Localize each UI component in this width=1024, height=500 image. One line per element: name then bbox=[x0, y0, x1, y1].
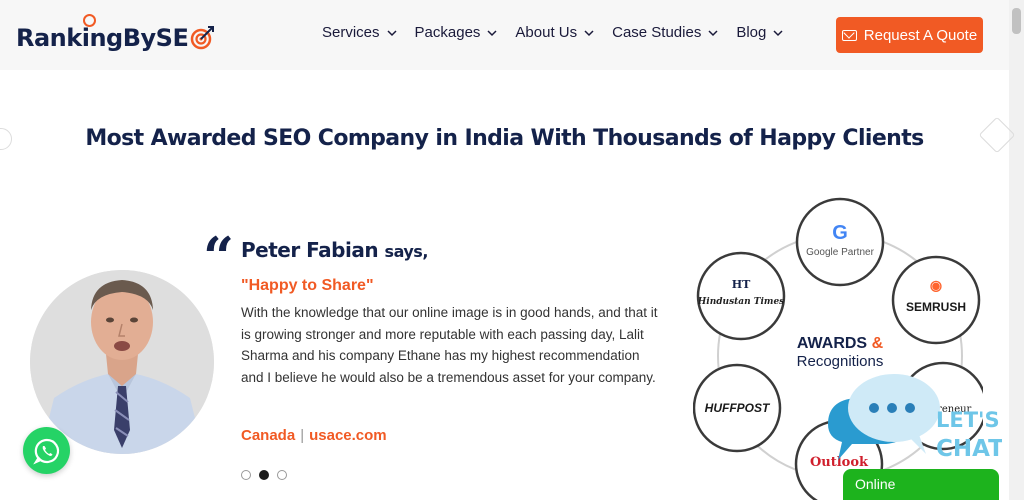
target-icon bbox=[191, 26, 215, 50]
carousel-dot-1[interactable] bbox=[241, 470, 251, 480]
testimonial-tagline: "Happy to Share" bbox=[241, 277, 374, 294]
semrush-badge: ◉ SEMRUSH bbox=[891, 255, 981, 345]
huffpost-label: HUFFPOST bbox=[705, 401, 771, 415]
lets-chat-widget[interactable]: LET'S CHAT bbox=[822, 370, 1002, 480]
chevron-down-icon bbox=[773, 29, 783, 36]
quote-icon: “ bbox=[203, 225, 235, 289]
testimonial-author: Peter Fabian says, bbox=[241, 238, 428, 262]
online-status-label: Online bbox=[855, 476, 896, 492]
lets-chat-line1: LET'S bbox=[936, 408, 1000, 432]
chevron-down-icon bbox=[387, 29, 397, 36]
section-heading: Most Awarded SEO Company in India With T… bbox=[85, 126, 924, 151]
semrush-label: SEMRUSH bbox=[906, 300, 966, 314]
whatsapp-icon bbox=[32, 438, 59, 464]
nav-item-label: Packages bbox=[414, 24, 481, 41]
mail-icon bbox=[841, 29, 857, 41]
testimonial-site: usace.com bbox=[309, 427, 387, 444]
chevron-down-icon bbox=[584, 29, 594, 36]
scrollbar-thumb[interactable] bbox=[1012, 8, 1021, 34]
testimonial-location: Canada | usace.com bbox=[241, 427, 387, 444]
testimonial-body: With the knowledge that our online image… bbox=[241, 305, 658, 385]
ht-icon: HT bbox=[732, 278, 751, 291]
testimonial-says: says, bbox=[384, 242, 429, 261]
scrollbar[interactable] bbox=[1009, 0, 1024, 500]
logo-text-i: i bbox=[81, 14, 96, 52]
nav-item-about-us[interactable]: About Us bbox=[515, 24, 594, 41]
carousel-dots bbox=[241, 470, 287, 480]
testimonial-country: Canada bbox=[241, 427, 296, 444]
google-partner-badge: G Google Partner bbox=[795, 197, 885, 287]
hindustan-times-label: Hindustan Times bbox=[697, 297, 784, 307]
avatar bbox=[30, 270, 214, 454]
online-status-bar[interactable]: Online bbox=[843, 469, 999, 500]
nav-item-label: Case Studies bbox=[612, 24, 702, 41]
logo-text-pre: Rank bbox=[16, 24, 82, 52]
carousel-dot-3[interactable] bbox=[277, 470, 287, 480]
nav-item-label: Services bbox=[322, 24, 380, 41]
chevron-down-icon bbox=[487, 29, 497, 36]
awards-subtitle: Recognitions bbox=[797, 353, 884, 370]
nav-item-blog[interactable]: Blog bbox=[736, 24, 783, 41]
logo[interactable]: Rank i ngBySE bbox=[16, 14, 215, 56]
hindustan-times-badge: HT Hindustan Times bbox=[696, 251, 786, 341]
awards-title: AWARDS & bbox=[797, 335, 884, 352]
lets-chat-line2: CHAT bbox=[936, 436, 1002, 462]
testimonial-author-name: Peter Fabian bbox=[241, 238, 379, 262]
nav-item-case-studies[interactable]: Case Studies bbox=[612, 24, 718, 41]
nav-item-services[interactable]: Services bbox=[322, 24, 397, 41]
semrush-icon: ◉ bbox=[930, 277, 942, 293]
separator: | bbox=[300, 427, 305, 444]
site-header: Rank i ngBySE Services Packages About Us C… bbox=[0, 0, 1009, 70]
huffpost-badge: HUFFPOST bbox=[693, 363, 782, 453]
logo-text-post: ngBySE bbox=[89, 24, 189, 52]
google-partner-label: Google Partner bbox=[806, 247, 874, 258]
person-photo bbox=[30, 270, 214, 454]
main-nav: Services Packages About Us Case Studies … bbox=[322, 24, 801, 41]
carousel-dot-2[interactable] bbox=[259, 470, 269, 480]
chevron-down-icon bbox=[708, 29, 718, 36]
google-icon: G bbox=[832, 222, 848, 244]
whatsapp-button[interactable] bbox=[23, 427, 70, 474]
request-quote-button[interactable]: Request A Quote bbox=[836, 17, 983, 53]
nav-item-label: Blog bbox=[736, 24, 767, 41]
nav-item-packages[interactable]: Packages bbox=[415, 24, 498, 41]
request-quote-label: Request A Quote bbox=[863, 26, 978, 44]
nav-item-label: About Us bbox=[515, 24, 578, 41]
